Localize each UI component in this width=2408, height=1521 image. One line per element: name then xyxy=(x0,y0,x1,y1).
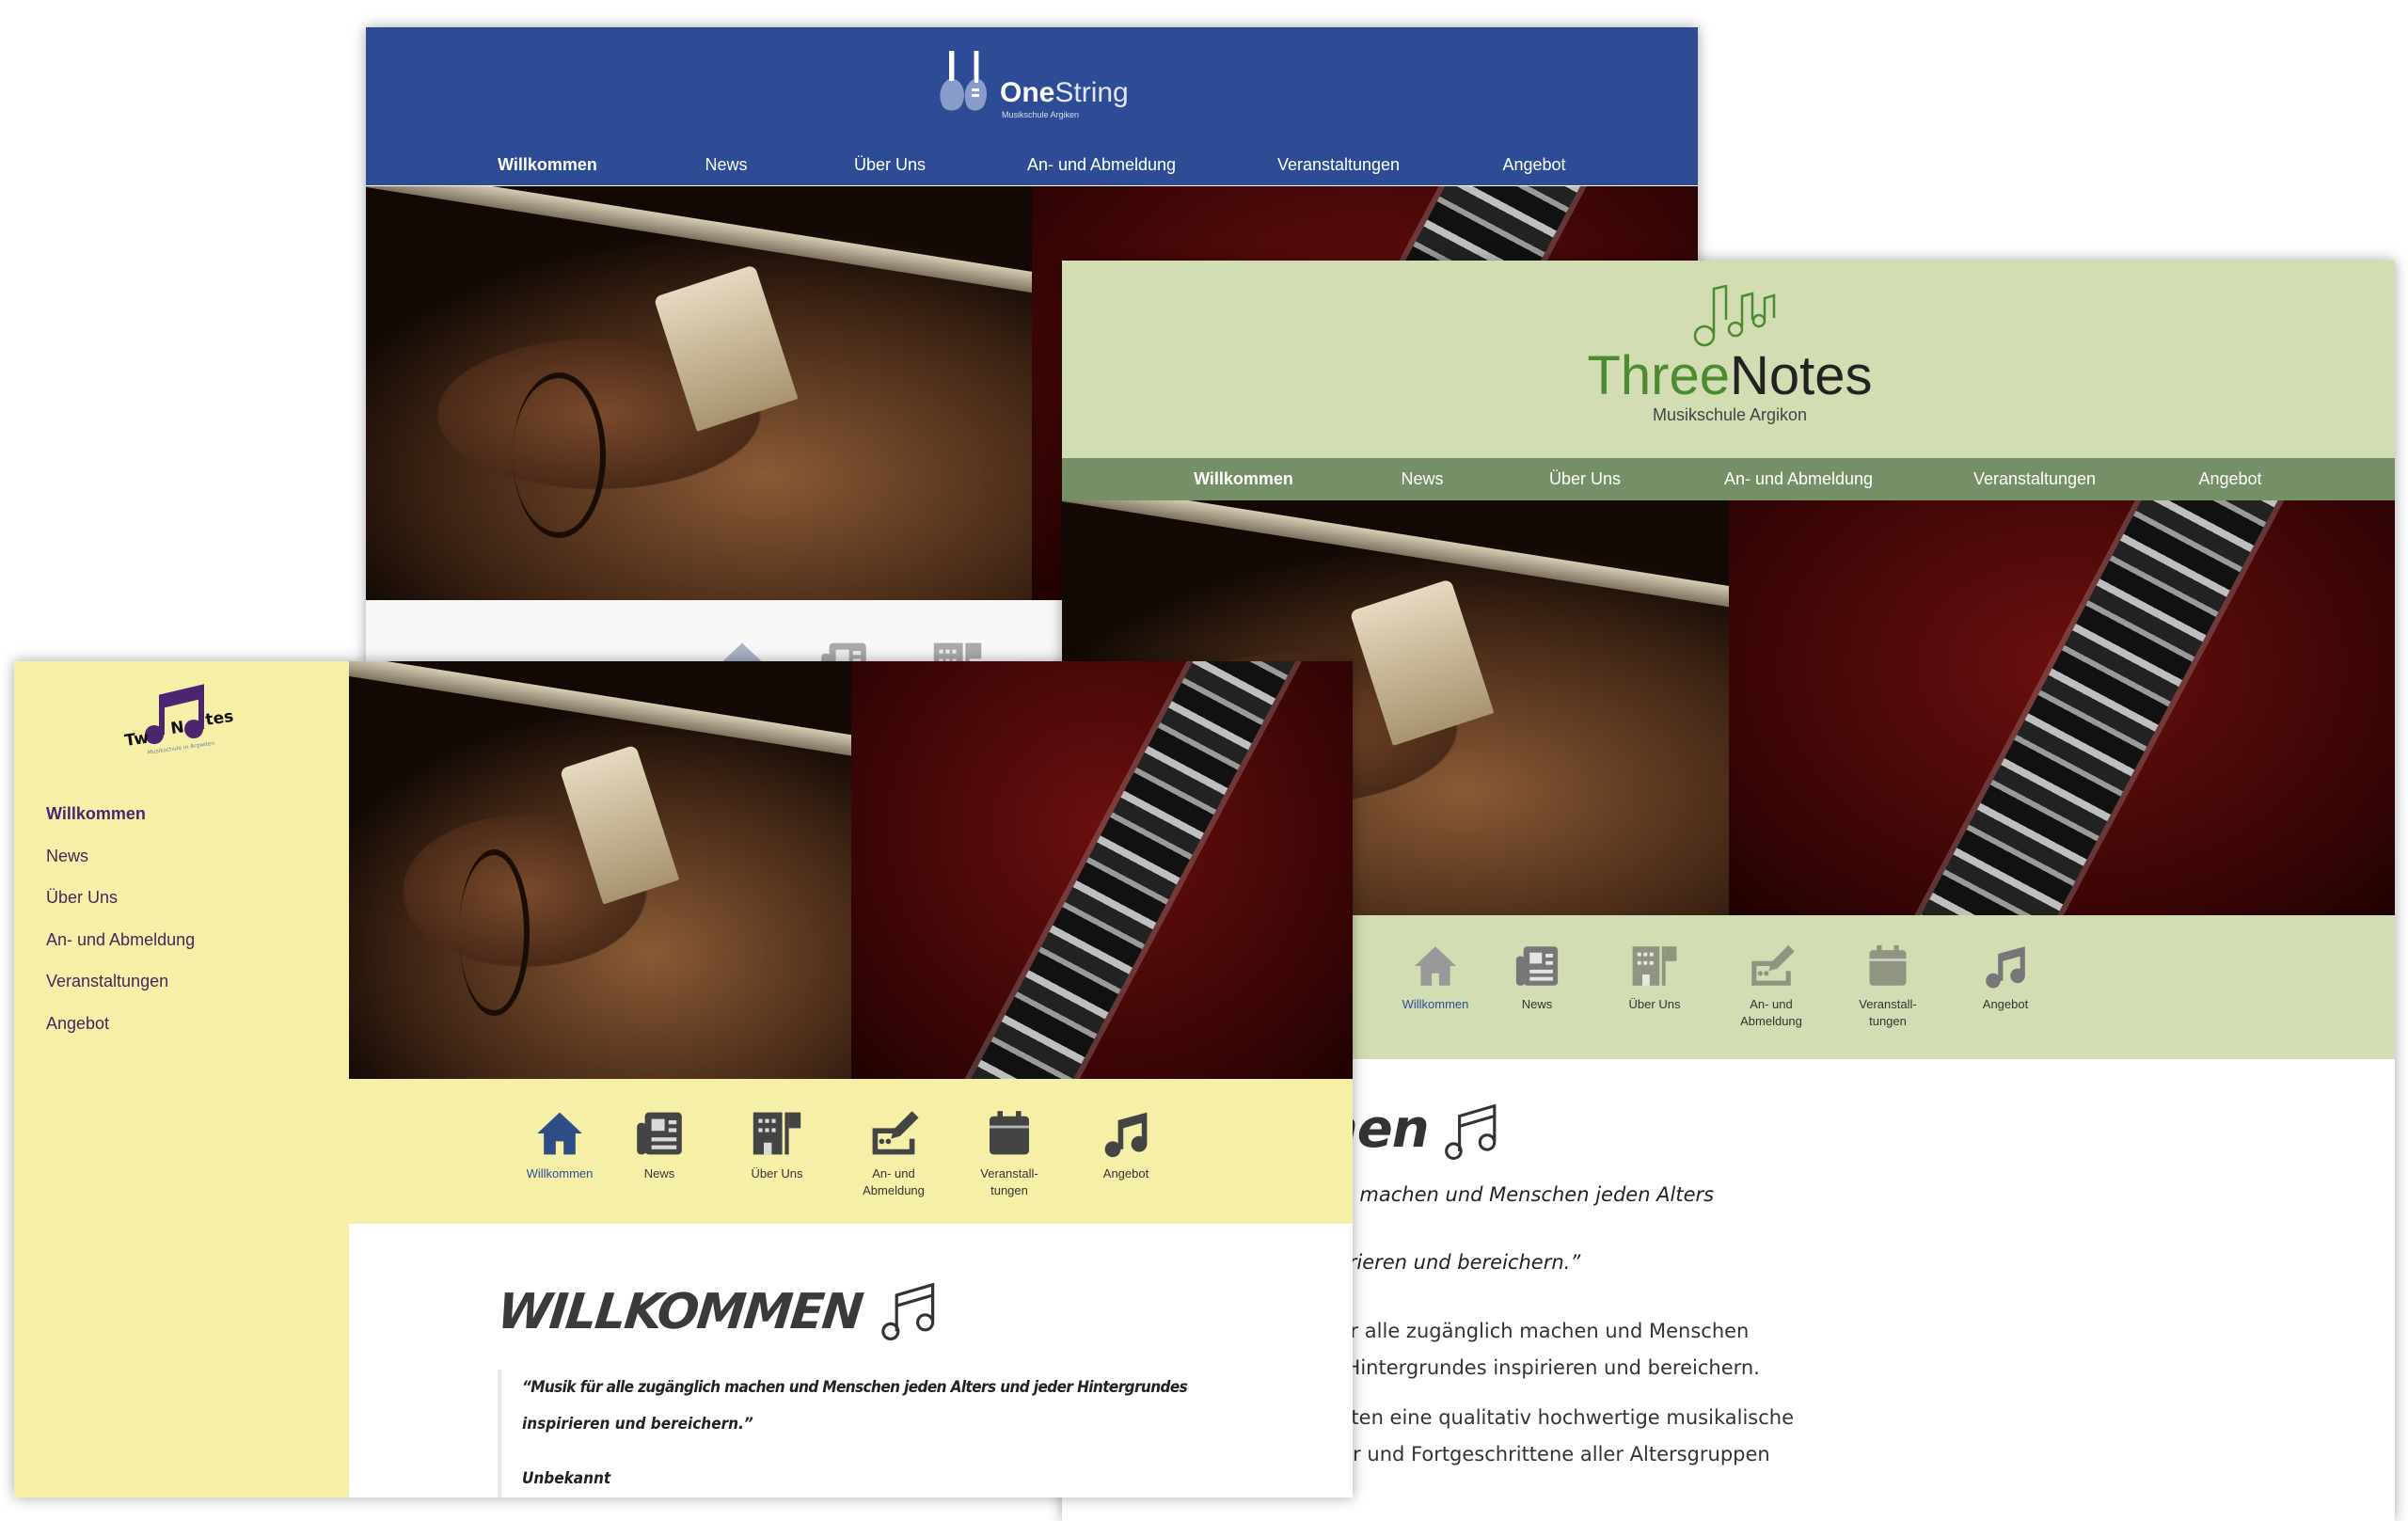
logo-subtitle: Musikschule Argiken xyxy=(1002,110,1080,119)
music-note-icon xyxy=(1100,1107,1152,1160)
nav-veranstaltungen[interactable]: Veranstaltungen xyxy=(1973,469,2096,489)
home-icon xyxy=(533,1107,586,1160)
iconnav-ueber-uns[interactable]: Über Uns xyxy=(725,1107,829,1182)
three-notes-logo-icon xyxy=(1693,285,1776,347)
signup-pen-icon xyxy=(1747,942,1796,990)
main-nav: Willkommen News Über Uns An- und Abmeldu… xyxy=(1062,458,2395,500)
nav-anmeldung[interactable]: An- und Abmeldung xyxy=(1724,469,1873,489)
iconnav-willkommen[interactable]: Willkommen xyxy=(508,1107,611,1182)
nav-willkommen[interactable]: Willkommen xyxy=(498,155,597,175)
nav-angebot[interactable]: Angebot xyxy=(1502,155,1565,175)
sidebar: Tw Ntes Musikschule in Argwilen Willkommen… xyxy=(14,661,349,1497)
iconnav-veranstaltungen[interactable]: Veranstall-tungen xyxy=(1850,942,1925,1030)
calendar-icon xyxy=(983,1107,1036,1160)
building-flag-icon xyxy=(1630,942,1679,990)
quote-block: “Musik für alle zugänglich machen und Me… xyxy=(498,1370,1250,1497)
nav-willkommen[interactable]: Willkommen xyxy=(1194,469,1293,489)
svg-text:Tw: Tw xyxy=(123,729,150,751)
quote-line: inspirieren und bereichern.” xyxy=(522,1415,753,1434)
sidebar-item-ueber-uns[interactable]: Über Uns xyxy=(46,888,195,930)
sidebar-item-news[interactable]: News xyxy=(46,847,195,889)
iconnav-news[interactable]: News xyxy=(608,1107,711,1182)
nav-anmeldung[interactable]: An- und Abmeldung xyxy=(1027,155,1176,175)
logo-subtitle: Musikschule Argikon xyxy=(1652,405,1808,424)
violin-photo xyxy=(349,661,875,1079)
threenotes-logo[interactable]: ThreeNotes Musikschule Argikon xyxy=(1570,285,1890,424)
site-header: ThreeNotes Musikschule Argikon xyxy=(1062,261,2395,458)
site-header: OneString Musikschule Argiken Willkommen… xyxy=(366,27,1698,185)
two-notes-logo-icon: TwN tesMusikschule in Argwilen xyxy=(123,684,234,756)
building-flag-icon xyxy=(751,1107,803,1160)
music-notes-icon xyxy=(879,1280,939,1340)
home-icon xyxy=(1411,942,1460,990)
oboe-photo xyxy=(850,661,1353,1079)
iconnav-willkommen[interactable]: Willkommen xyxy=(1384,942,1487,1013)
violin-photo xyxy=(366,186,1063,600)
twonotes-site-window: Tw Ntes Musikschule in Argwilen Willkommen… xyxy=(14,661,1353,1497)
newspaper-icon xyxy=(1513,942,1561,990)
music-note-icon xyxy=(1981,942,2030,990)
nav-veranstaltungen[interactable]: Veranstaltungen xyxy=(1277,155,1400,175)
iconnav-angebot[interactable]: Angebot xyxy=(1074,1107,1178,1182)
icon-nav-strip: Willkommen News Über Uns An- und Abmeldu… xyxy=(349,1079,1353,1224)
twonotes-logo[interactable]: Tw Ntes Musikschule in Argwilen xyxy=(122,680,245,756)
music-notes-icon xyxy=(1442,1101,1500,1160)
nav-news[interactable]: News xyxy=(705,155,747,175)
sidebar-item-angebot[interactable]: Angebot xyxy=(46,1014,195,1056)
calendar-icon xyxy=(1863,942,1912,990)
hero-image xyxy=(349,661,1353,1079)
guitar-logo-icon xyxy=(940,51,987,111)
signup-pen-icon xyxy=(867,1107,920,1160)
iconnav-ueber-uns[interactable]: Über Uns xyxy=(1603,942,1706,1013)
page-title: Willkommen xyxy=(494,1284,864,1340)
sidebar-item-willkommen[interactable]: Willkommen xyxy=(46,804,195,847)
logo-text-dark: Notes xyxy=(1730,345,1873,406)
nav-angebot[interactable]: Angebot xyxy=(2198,469,2261,489)
iconnav-news[interactable]: News xyxy=(1485,942,1589,1013)
sidebar-item-veranstaltungen[interactable]: Veranstaltungen xyxy=(46,972,195,1014)
onestring-logo[interactable]: OneString Musikschule Argiken xyxy=(936,51,1133,119)
nav-news[interactable]: News xyxy=(1401,469,1443,489)
svg-text:N: N xyxy=(169,718,185,738)
quote-line: “Musik für alle zugänglich machen und Me… xyxy=(522,1378,1188,1397)
oboe-photo xyxy=(1728,500,2395,915)
nav-ueber-uns[interactable]: Über Uns xyxy=(854,155,926,175)
iconnav-angebot[interactable]: Angebot xyxy=(1954,942,2057,1013)
sidebar-item-anmeldung[interactable]: An- und Abmeldung xyxy=(46,930,195,973)
logo-text-strong: One xyxy=(1000,77,1055,108)
quote-author: Unbekannt xyxy=(522,1469,611,1488)
iconnav-anmeldung[interactable]: An- und Abmeldung xyxy=(1729,942,1814,1030)
logo-text-green: Three xyxy=(1587,345,1730,406)
logo-text-light: String xyxy=(1054,77,1129,108)
svg-text:tes: tes xyxy=(204,707,234,730)
sidebar-nav: Willkommen News Über Uns An- und Abmeldu… xyxy=(46,804,195,1055)
newspaper-icon xyxy=(633,1107,686,1160)
nav-ueber-uns[interactable]: Über Uns xyxy=(1549,469,1621,489)
iconnav-anmeldung[interactable]: An- und Abmeldung xyxy=(851,1107,936,1199)
main-content: Willkommen “Musik für alle zugänglich ma… xyxy=(349,1224,1353,1497)
iconnav-veranstaltungen[interactable]: Veranstall-tungen xyxy=(972,1107,1047,1199)
